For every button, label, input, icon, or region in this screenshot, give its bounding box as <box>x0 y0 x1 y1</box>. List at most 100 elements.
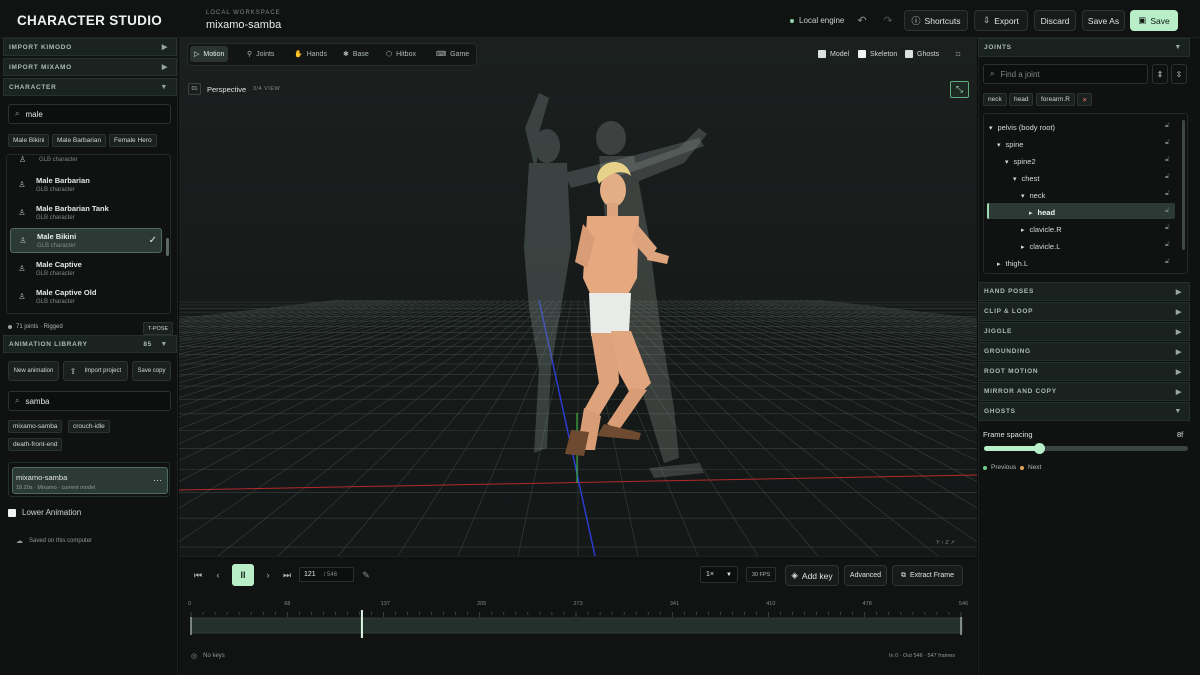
caret-right-icon[interactable]: ▸ <box>1021 243 1025 251</box>
section-hand-poses[interactable]: HAND POSES ▶ <box>978 282 1190 301</box>
import-mixamo-header[interactable]: IMPORT MIXAMO ▶ <box>3 58 177 76</box>
checkbox-icon[interactable] <box>858 50 866 58</box>
frame-spacing-slider[interactable] <box>984 443 1188 454</box>
save-button[interactable]: ▣ Save <box>1130 10 1178 31</box>
step-back-icon[interactable]: ‹ <box>210 566 226 584</box>
joint-clavicle-r[interactable]: ▸ clavicle.R <box>1021 222 1062 237</box>
char-chip[interactable]: Male Barbarian <box>52 134 107 147</box>
redo-icon[interactable]: ↷ <box>879 11 897 29</box>
more-icon[interactable]: ⋯ <box>153 475 162 486</box>
char-chip[interactable]: Female Hero <box>109 134 157 147</box>
caret-down-icon[interactable]: ▾ <box>1013 175 1017 183</box>
speed-select[interactable]: 1× ▼ <box>700 566 738 583</box>
pencil-icon[interactable]: ✎ <box>357 566 375 584</box>
unlock-icon[interactable]: 🔓︎ <box>1165 156 1170 164</box>
section-mirror-and-copy[interactable]: MIRROR AND COPY ▶ <box>978 382 1190 401</box>
lower-animation-toggle[interactable]: Lower Animation <box>8 508 81 517</box>
tab-motion[interactable]: ▷ Motion <box>190 46 229 62</box>
save-copy-button[interactable]: Save copy <box>132 361 171 381</box>
animation-search[interactable]: ⌕ samba <box>8 391 171 411</box>
expand-icon[interactable]: ⇕ <box>1152 64 1168 84</box>
char-chip[interactable]: Male Bikini <box>8 134 50 147</box>
section-clip-loop[interactable]: CLIP & LOOP ▶ <box>978 302 1190 321</box>
tab-joints[interactable]: ⚲ Joints <box>243 46 278 62</box>
unlock-icon[interactable]: 🔓︎ <box>1165 122 1170 130</box>
advanced-button[interactable]: Advanced <box>844 565 887 586</box>
joint-chip[interactable]: head <box>1009 93 1034 106</box>
joint-head[interactable]: ▸ head <box>1029 205 1055 220</box>
timeline-track[interactable] <box>190 608 965 638</box>
unlock-icon[interactable]: 🔓︎ <box>1165 241 1170 249</box>
add-key-button[interactable]: ◈ Add key <box>785 565 839 586</box>
undo-icon[interactable]: ↶ <box>853 11 871 29</box>
import-kimodo-header[interactable]: IMPORT KIMODO ▶ <box>3 38 177 56</box>
checkbox-icon[interactable] <box>818 50 826 58</box>
list-scrollbar[interactable] <box>166 238 169 256</box>
skip-end-icon[interactable]: ⏭ <box>279 566 295 584</box>
joint-chip[interactable]: forearm.R <box>1036 93 1075 106</box>
animation-library-header[interactable]: ANIMATION LIBRARY 85 ▼ <box>3 335 177 353</box>
frame-input[interactable]: 121 / 546 <box>299 567 354 582</box>
skeleton-toggle[interactable]: Skeleton <box>858 50 897 58</box>
slider-handle[interactable] <box>1034 443 1046 454</box>
caret-down-icon[interactable]: ▾ <box>1021 192 1025 200</box>
joint-pelvis-body-root-[interactable]: ▾ pelvis (body root) <box>989 120 1055 135</box>
3d-viewport[interactable] <box>179 38 977 556</box>
extract-frame-button[interactable]: ⧉ Extract Frame <box>892 565 963 586</box>
anim-chip[interactable]: death-front-end <box>8 438 63 451</box>
joints-header[interactable]: JOINTS ▼ <box>978 38 1190 57</box>
skip-start-icon[interactable]: ⏮ <box>190 566 206 584</box>
joint-thigh-l[interactable]: ▸ thigh.L <box>997 256 1028 271</box>
ghosts-toggle[interactable]: Ghosts <box>905 50 939 58</box>
focus-icon[interactable]: ⌗ <box>949 45 967 63</box>
unlock-icon[interactable]: 🔓︎ <box>1165 258 1170 266</box>
tab-game[interactable]: ⌨ Game <box>432 46 473 62</box>
list-item[interactable]: ♙ Male Barbarian Tank GLB character <box>10 200 162 225</box>
joint-neck[interactable]: ▾ neck <box>1021 188 1045 203</box>
section-grounding[interactable]: GROUNDING ▶ <box>978 342 1190 361</box>
caret-right-icon[interactable]: ▸ <box>1021 226 1025 234</box>
export-button[interactable]: ⇩ Export <box>974 10 1028 31</box>
list-item[interactable]: ♙ Male Barbarian GLB character <box>10 172 162 197</box>
joint-search[interactable]: ⌕ Find a joint <box>983 64 1148 84</box>
step-forward-icon[interactable]: › <box>260 566 276 584</box>
workspace-name[interactable]: mixamo-samba <box>206 19 281 31</box>
tree-scrollbar[interactable] <box>1182 120 1185 250</box>
pause-button[interactable]: II <box>232 564 254 586</box>
tab-base[interactable]: ✱ Base <box>339 46 373 62</box>
collapse-icon[interactable]: ⤡ <box>950 81 969 98</box>
list-item-selected[interactable]: mixamo-samba 18.20s · Mixamo · current m… <box>12 467 168 494</box>
unlock-icon[interactable]: 🔓︎ <box>1165 207 1170 215</box>
unlock-icon[interactable]: 🔓︎ <box>1165 173 1170 181</box>
import-project-button[interactable]: ⇪ Import project <box>63 361 128 381</box>
discard-button[interactable]: Discard <box>1034 10 1076 31</box>
character-header[interactable]: CHARACTER ▼ <box>3 78 177 96</box>
save-as-button[interactable]: Save As <box>1082 10 1125 31</box>
unlock-icon[interactable]: 🔓︎ <box>1165 139 1170 147</box>
joint-spine[interactable]: ▾ spine <box>997 137 1023 152</box>
unlock-icon[interactable]: 🔓︎ <box>1165 190 1170 198</box>
character-search[interactable]: ⌕ male <box>8 104 171 124</box>
section-jiggle[interactable]: JIGGLE ▶ <box>978 322 1190 341</box>
tab-hands[interactable]: ✋ Hands <box>290 46 331 62</box>
unlock-icon[interactable]: 🔓︎ <box>1165 224 1170 232</box>
anim-chip[interactable]: crouch-idle <box>68 420 110 433</box>
caret-down-icon[interactable]: ▾ <box>989 124 993 132</box>
list-item-selected[interactable]: ♙ Male Bikini GLB character ✓ <box>10 228 162 253</box>
section-root-motion[interactable]: ROOT MOTION ▶ <box>978 362 1190 381</box>
ghosts-header[interactable]: GHOSTS ▼ <box>978 402 1190 421</box>
tpose-button[interactable]: T-POSE <box>143 322 174 335</box>
caret-down-icon[interactable]: ▾ <box>997 141 1001 149</box>
list-item[interactable]: ♙ Male Captive Old GLB character <box>10 284 162 309</box>
checkbox-icon[interactable] <box>905 50 913 58</box>
collapse-all-icon[interactable]: ⇳ <box>1171 64 1187 84</box>
clear-icon[interactable]: ✕ <box>1077 93 1093 106</box>
shortcuts-button[interactable]: ⓘ Shortcuts <box>904 10 968 31</box>
anim-chip[interactable]: mixamo-samba <box>8 420 63 433</box>
joint-chest[interactable]: ▾ chest <box>1013 171 1039 186</box>
joint-clavicle-l[interactable]: ▸ clavicle.L <box>1021 239 1060 254</box>
caret-down-icon[interactable]: ▾ <box>1005 158 1009 166</box>
joint-chip[interactable]: neck <box>983 93 1007 106</box>
checkbox-icon[interactable] <box>8 508 16 517</box>
new-animation-button[interactable]: New animation <box>8 361 59 381</box>
